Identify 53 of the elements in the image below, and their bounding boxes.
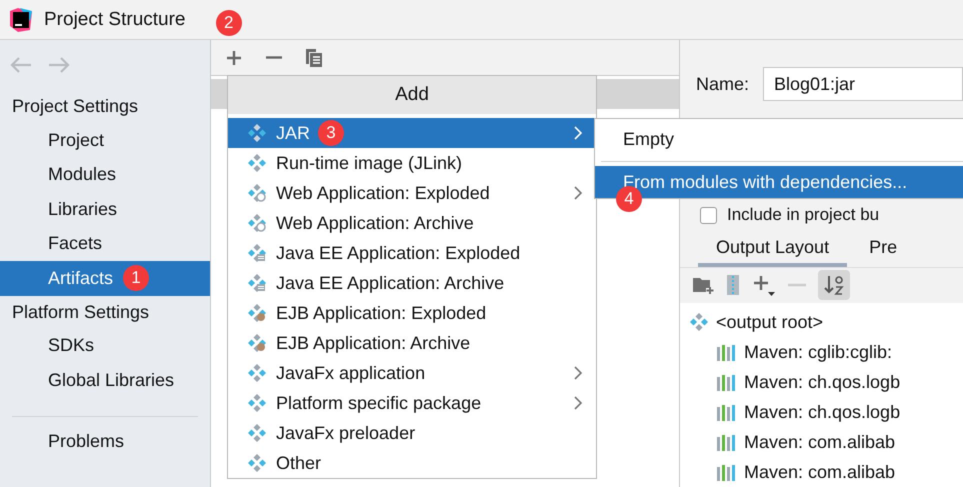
menu-title: Add (228, 76, 596, 114)
tree-item[interactable]: Maven: ch.qos.logb (680, 367, 963, 397)
library-icon (716, 403, 736, 421)
sidebar-item[interactable]: Project (0, 123, 210, 158)
artifact-icon (248, 214, 266, 232)
artifact-icon (690, 313, 708, 331)
tree-item[interactable]: Maven: cglib:cglib: (680, 337, 963, 367)
new-folder-icon[interactable] (692, 276, 714, 294)
sidebar-item[interactable]: Facets (0, 226, 210, 261)
add-icon[interactable] (752, 273, 776, 298)
library-icon (716, 463, 736, 481)
tab[interactable]: Output Layout (698, 233, 848, 267)
sidebar-item[interactable]: Libraries (0, 192, 210, 226)
menu-item[interactable]: JAR 3 (228, 118, 596, 148)
step-badge: 1 (123, 265, 150, 292)
artifact-icon (248, 394, 266, 412)
checkbox-label: Include in project bu (726, 205, 880, 225)
section-title: Platform Settings (11, 300, 150, 324)
plus-icon (224, 48, 243, 66)
artifact-icon (248, 184, 266, 202)
library-icon (716, 373, 736, 391)
sidebar-item[interactable]: Modules (0, 158, 210, 192)
remove-icon (788, 283, 806, 288)
artifact-icon (248, 334, 266, 352)
sidebar-item[interactable]: Problems (0, 424, 210, 459)
sort-button[interactable] (818, 270, 850, 300)
checkbox[interactable] (700, 206, 717, 224)
minus-icon (266, 56, 282, 59)
artifact-icon (248, 304, 266, 322)
sidebar-item[interactable]: SDKs (0, 328, 210, 363)
tab[interactable]: Pre (869, 233, 898, 267)
library-icon (716, 343, 736, 361)
window-title: Project Structure (44, 8, 186, 30)
library-icon (716, 433, 736, 451)
tree-item[interactable]: Maven: com.alibab (680, 457, 963, 487)
app-logo (8, 6, 34, 32)
tree-item[interactable]: Maven: ch.qos.logb (680, 397, 963, 427)
artifact-icon (248, 424, 266, 442)
artifact-icon (248, 244, 266, 262)
section-title: Project Settings (11, 95, 140, 118)
field-label: Name: (696, 74, 749, 94)
artifact-icon (248, 154, 266, 172)
artifact-icon (248, 124, 266, 142)
artifact-icon (248, 454, 266, 472)
artifact-icon (248, 274, 266, 292)
step-badge: 3 (318, 120, 344, 146)
tree-item[interactable]: Maven: com.alibab (680, 427, 963, 457)
sidebar-item[interactable]: Artifacts 1 (0, 261, 210, 296)
name-field[interactable]: Blog01:jar (763, 67, 963, 101)
tree-item[interactable]: <output root> (680, 307, 963, 337)
artifact-icon (248, 364, 266, 382)
sidebar-item[interactable]: Global Libraries (0, 363, 210, 398)
copy-icon (304, 48, 323, 68)
